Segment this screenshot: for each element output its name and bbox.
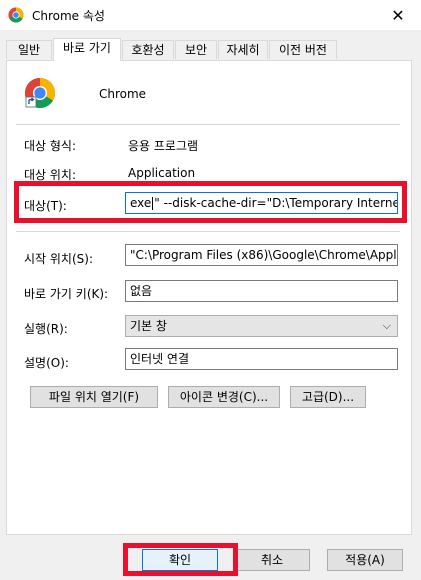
target-input[interactable]: exe " --disk-cache-dir="D:\Temporary Inte… — [125, 192, 398, 214]
target-text-after-caret: " --disk-cache-dir="D:\Temporary Interne… — [154, 196, 398, 210]
start-in-label: 시작 위치(S): — [24, 252, 93, 266]
separator — [16, 124, 400, 125]
close-icon[interactable]: ✕ — [375, 0, 421, 30]
chrome-shortcut-icon — [24, 78, 56, 109]
run-select[interactable]: 기본 창 ⌵ — [125, 315, 398, 337]
app-name: Chrome — [99, 87, 147, 101]
title-bar: Chrome 속성 ✕ — [0, 0, 421, 30]
target-location-value: Application — [128, 166, 196, 180]
target-location-label: 대상 위치: — [24, 168, 77, 182]
run-label: 실행(R): — [24, 322, 68, 336]
run-select-value: 기본 창 — [130, 319, 167, 333]
change-icon-button[interactable]: 아이콘 변경(C)... — [168, 386, 280, 408]
apply-button[interactable]: 적용(A) — [327, 549, 403, 571]
tab-previous-versions[interactable]: 이전 버전 — [269, 40, 337, 59]
target-label: 대상(T): — [24, 199, 67, 213]
advanced-button[interactable]: 고급(D)... — [290, 386, 366, 408]
comment-input[interactable]: 인터넷 연결 — [125, 348, 398, 370]
start-in-input[interactable]: "C:\Program Files (x86)\Google\Chrome\Ap… — [125, 244, 398, 266]
tab-details[interactable]: 자세히 — [218, 40, 268, 59]
target-type-label: 대상 형식: — [24, 139, 77, 153]
target-text-before-caret: exe — [130, 196, 152, 210]
target-type-value: 응용 프로그램 — [128, 139, 199, 153]
ok-button[interactable]: 확인 — [142, 549, 218, 571]
tab-shortcut[interactable]: 바로 가기 — [53, 38, 121, 61]
shortcut-key-label: 바로 가기 키(K): — [24, 287, 109, 301]
tab-compatibility[interactable]: 호환성 — [122, 40, 174, 59]
separator — [16, 231, 400, 232]
chevron-down-icon: ⌵ — [382, 319, 391, 332]
open-file-location-button[interactable]: 파일 위치 열기(F) — [30, 386, 158, 408]
tab-general[interactable]: 일반 — [6, 40, 52, 59]
tab-security[interactable]: 보안 — [175, 40, 217, 59]
comment-label: 설명(O): — [24, 356, 69, 370]
cancel-button[interactable]: 취소 — [234, 549, 310, 571]
chrome-icon — [8, 7, 24, 23]
window-title: Chrome 속성 — [32, 9, 105, 23]
shortcut-key-input[interactable]: 없음 — [125, 280, 398, 302]
